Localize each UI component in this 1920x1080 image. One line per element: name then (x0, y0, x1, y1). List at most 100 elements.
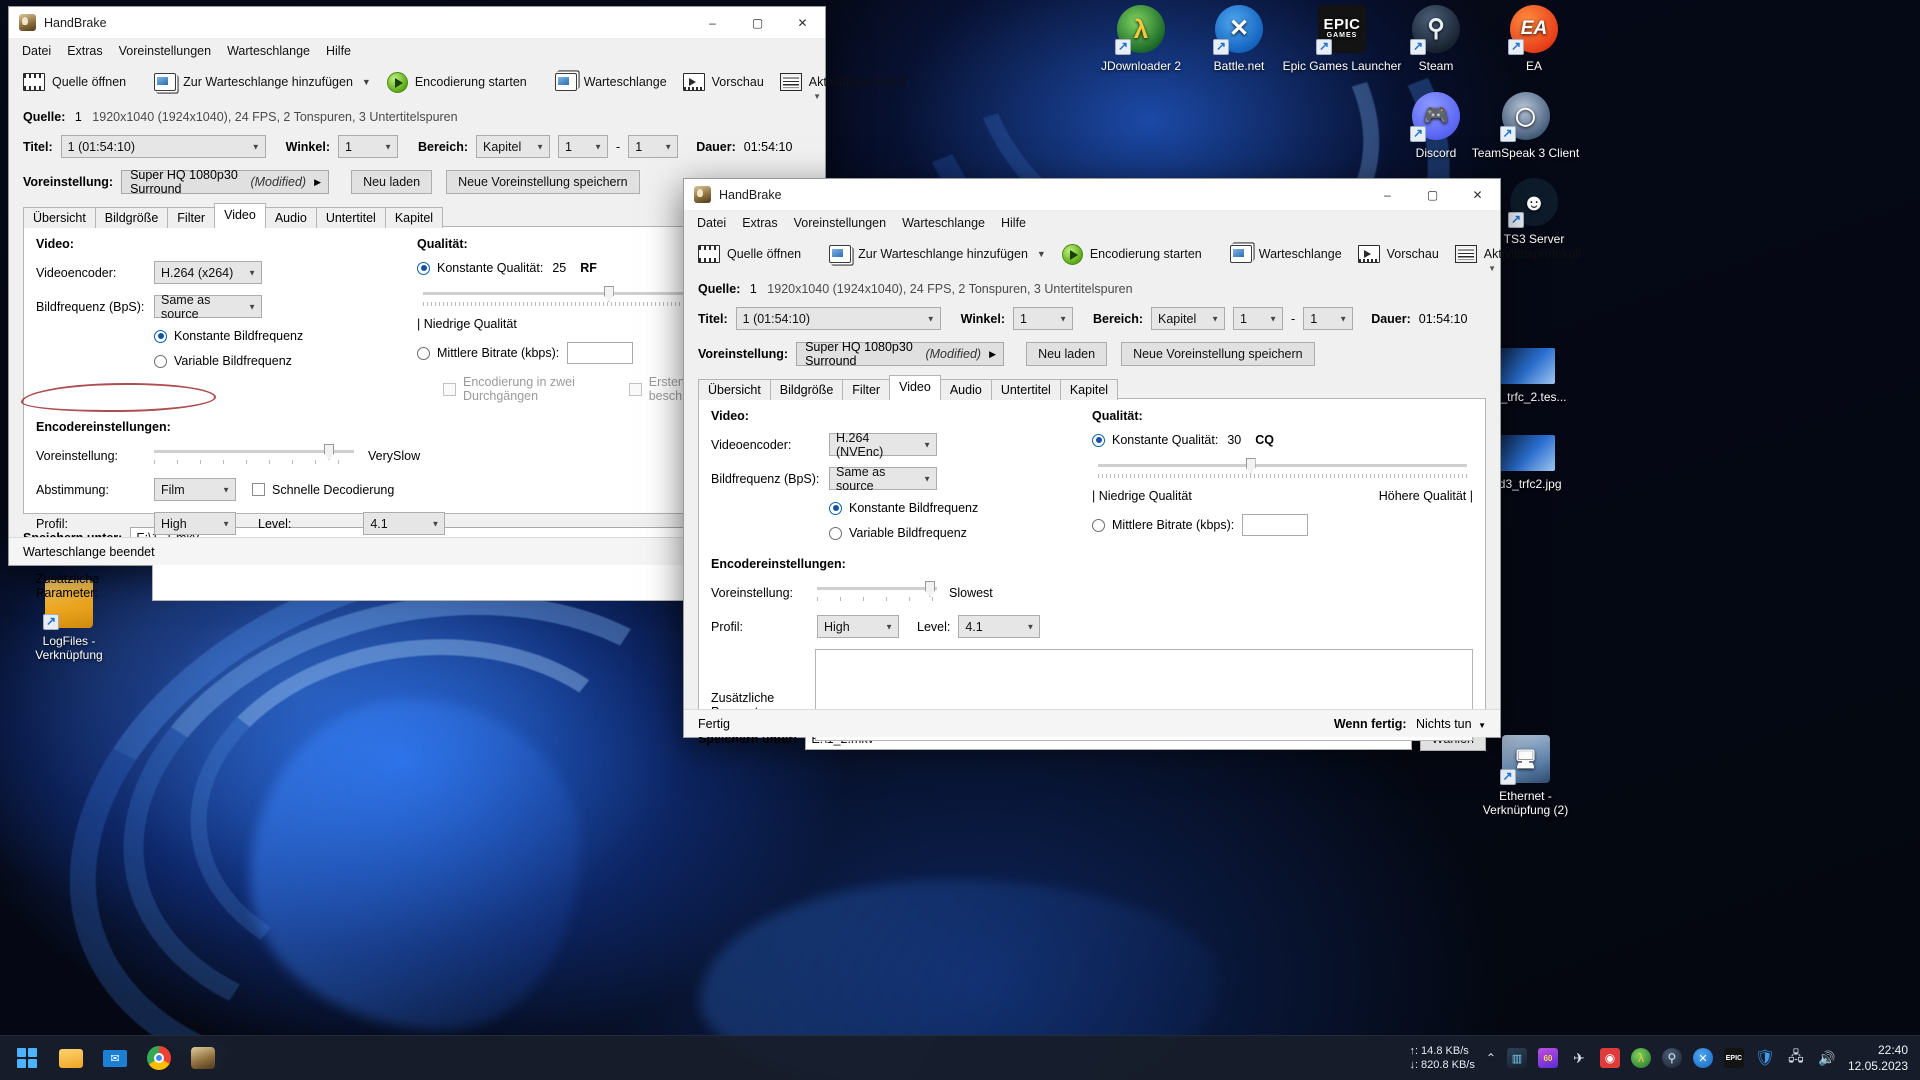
tune-select[interactable]: Film ▼ (154, 478, 236, 501)
chevron-up-icon[interactable]: ⌃ (1486, 1051, 1496, 1065)
menu-hilfe[interactable]: Hilfe (994, 213, 1033, 233)
chrome-icon[interactable] (142, 1041, 176, 1075)
maximize-button[interactable]: ▢ (1410, 179, 1455, 210)
tool-bar[interactable]: Quelle öffnen Zur Warteschlange hinzufüg… (9, 63, 906, 101)
title-bar[interactable]: HandBrake – ▢ ✕ (9, 7, 825, 39)
variable-framerate-row[interactable]: Variable Bildfrequenz (829, 526, 1092, 540)
menu-datei[interactable]: Datei (15, 41, 58, 61)
preset-selector[interactable]: Super HQ 1080p30 Surround (Modified) ▶ (121, 168, 330, 196)
handbrake-icon[interactable] (186, 1041, 220, 1075)
constant-framerate-radio[interactable] (829, 501, 842, 515)
toolbar-overflow-chevron-icon[interactable]: ▼ (813, 92, 821, 101)
handbrake-window-right[interactable]: HandBrake – ▢ ✕ Datei Extras Voreinstell… (683, 178, 1581, 751)
mail-icon[interactable]: ✉ (98, 1041, 132, 1075)
preset-selector[interactable]: Super HQ 1080p30 Surround (Modified) ▶ (796, 340, 1005, 368)
encoder-select[interactable]: H.264 (x264) ▼ (154, 261, 262, 284)
add-to-queue-button[interactable]: Zur Warteschlange hinzufügen ▼ (146, 66, 379, 98)
menu-hilfe[interactable]: Hilfe (319, 41, 358, 61)
avg-bitrate-input[interactable] (567, 342, 634, 364)
chevron-down-icon[interactable]: ▼ (1478, 721, 1486, 730)
range-select[interactable]: Kapitel ▼ (1151, 307, 1226, 330)
explorer-icon[interactable] (54, 1041, 88, 1075)
level-select[interactable]: 4.1 ▼ (363, 512, 446, 535)
avg-bitrate-row[interactable]: Mittlere Bitrate (kbps): (1092, 514, 1473, 536)
turbo-first-pass-checkbox[interactable] (628, 382, 642, 396)
chapter-end-select[interactable]: 1 ▼ (1303, 307, 1354, 330)
range-select[interactable]: Kapitel ▼ (476, 135, 551, 158)
tab-audio[interactable]: Audio (264, 207, 317, 228)
open-source-button[interactable]: Quelle öffnen (15, 66, 134, 98)
desktop-icon-teamspeak[interactable]: ◯ ↗ TeamSpeak 3 Client (1463, 92, 1588, 160)
msi-afterburner-icon[interactable]: ▥ (1506, 1048, 1527, 1068)
variable-framerate-row[interactable]: Variable Bildfrequenz (154, 354, 417, 368)
menu-warteschlange[interactable]: Warteschlange (220, 41, 317, 61)
encoder-select[interactable]: H.264 (NVEnc) ▼ (829, 431, 937, 459)
chevron-down-icon[interactable]: ▼ (1037, 249, 1046, 259)
minimize-button[interactable]: – (1365, 179, 1410, 210)
title-select[interactable]: 1 (01:54:10) ▼ (735, 307, 941, 330)
activity-log-button[interactable]: Aktivitätsprotokoll (772, 66, 914, 98)
avg-bitrate-input[interactable] (1242, 514, 1309, 536)
profile-select[interactable]: High ▼ (154, 512, 236, 535)
angle-select[interactable]: 1 ▼ (1012, 307, 1073, 330)
desktop-icon-jdownloader[interactable]: λ ↗ JDownloader 2 (1085, 5, 1197, 73)
desktop-icon-steam[interactable]: ⚲ ↗ Steam (1380, 5, 1492, 73)
reload-preset-button[interactable]: Neu laden (351, 170, 433, 194)
variable-framerate-radio[interactable] (154, 354, 167, 368)
encoder-preset-slider-thumb[interactable] (925, 581, 935, 597)
encoder-preset-slider[interactable] (154, 444, 354, 467)
clock[interactable]: 22:40 12.05.2023 (1848, 1042, 1908, 1074)
constant-framerate-radio[interactable] (154, 329, 167, 343)
avg-bitrate-radio[interactable] (1092, 518, 1105, 532)
start-encode-button[interactable]: Encodierung starten (379, 66, 535, 98)
menu-extras[interactable]: Extras (60, 41, 109, 61)
chapter-start-select[interactable]: 1 ▼ (558, 135, 609, 158)
epic-icon[interactable]: EPIC (1723, 1048, 1744, 1068)
constant-quality-radio[interactable] (417, 261, 430, 275)
title-select[interactable]: 1 (01:54:10) ▼ (60, 135, 266, 158)
tab-bar[interactable]: Übersicht Bildgröße Filter Video Audio U… (23, 203, 811, 228)
tab-bar[interactable]: Übersicht Bildgröße Filter Video Audio U… (698, 375, 1486, 400)
volume-icon[interactable]: 🔊 (1817, 1048, 1837, 1068)
framerate-select[interactable]: Same as source ▼ (829, 465, 937, 493)
minimize-button[interactable]: – (690, 7, 735, 38)
level-select[interactable]: 4.1 ▼ (958, 615, 1041, 638)
network-icon[interactable]: 🖧 (1786, 1048, 1806, 1068)
queue-button[interactable]: Warteschlange (1222, 238, 1350, 270)
two-pass-checkbox[interactable] (443, 382, 456, 396)
close-button[interactable]: ✕ (1455, 179, 1500, 210)
fast-decode-checkbox[interactable] (252, 483, 265, 496)
constant-framerate-row[interactable]: Konstante Bildfrequenz (829, 501, 1092, 515)
constant-quality-row[interactable]: Konstante Qualität: 30 CQ (1092, 433, 1473, 447)
menu-bar[interactable]: Datei Extras Voreinstellungen Warteschla… (9, 39, 825, 63)
start-icon[interactable] (10, 1041, 44, 1075)
quality-slider[interactable] (1098, 458, 1467, 481)
profile-select[interactable]: High ▼ (817, 615, 899, 638)
menu-voreinstellungen[interactable]: Voreinstellungen (112, 41, 218, 61)
tab-kapitel[interactable]: Kapitel (384, 207, 444, 228)
quality-slider-thumb[interactable] (603, 286, 614, 302)
rivatuner-icon[interactable]: 60 (1537, 1048, 1558, 1068)
tab-untertitel[interactable]: Untertitel (990, 379, 1061, 400)
taskbar[interactable]: ✉ ↑: 14.8 KB/s ↓: 820.8 KB/s ⌃ ▥ 60 ✈ ◉ … (0, 1035, 1920, 1080)
preview-button[interactable]: Vorschau (675, 66, 772, 98)
defender-icon[interactable]: 🛡 (1755, 1048, 1775, 1068)
toolbar-overflow-chevron-icon[interactable]: ▼ (1488, 264, 1496, 273)
tab-video[interactable]: Video (214, 203, 266, 227)
tab-filter[interactable]: Filter (842, 379, 891, 400)
framerate-select[interactable]: Same as source ▼ (154, 293, 262, 321)
start-encode-button[interactable]: Encodierung starten (1054, 238, 1210, 270)
desktop-icon-ea[interactable]: EA ↗ EA (1478, 5, 1590, 73)
constant-framerate-row[interactable]: Konstante Bildfrequenz (154, 329, 417, 343)
avg-bitrate-radio[interactable] (417, 346, 430, 360)
tab-audio[interactable]: Audio (939, 379, 992, 400)
encoder-preset-slider-thumb[interactable] (324, 444, 334, 460)
chapter-start-select[interactable]: 1 ▼ (1233, 307, 1284, 330)
tab-uebersicht[interactable]: Übersicht (23, 207, 96, 228)
save-new-preset-button[interactable]: Neue Voreinstellung speichern (446, 170, 640, 194)
open-source-button[interactable]: Quelle öffnen (690, 238, 809, 270)
maximize-button[interactable]: ▢ (735, 7, 780, 38)
queue-button[interactable]: Warteschlange (547, 66, 675, 98)
steam-icon[interactable]: ⚲ (1661, 1048, 1682, 1068)
reload-preset-button[interactable]: Neu laden (1026, 342, 1108, 366)
